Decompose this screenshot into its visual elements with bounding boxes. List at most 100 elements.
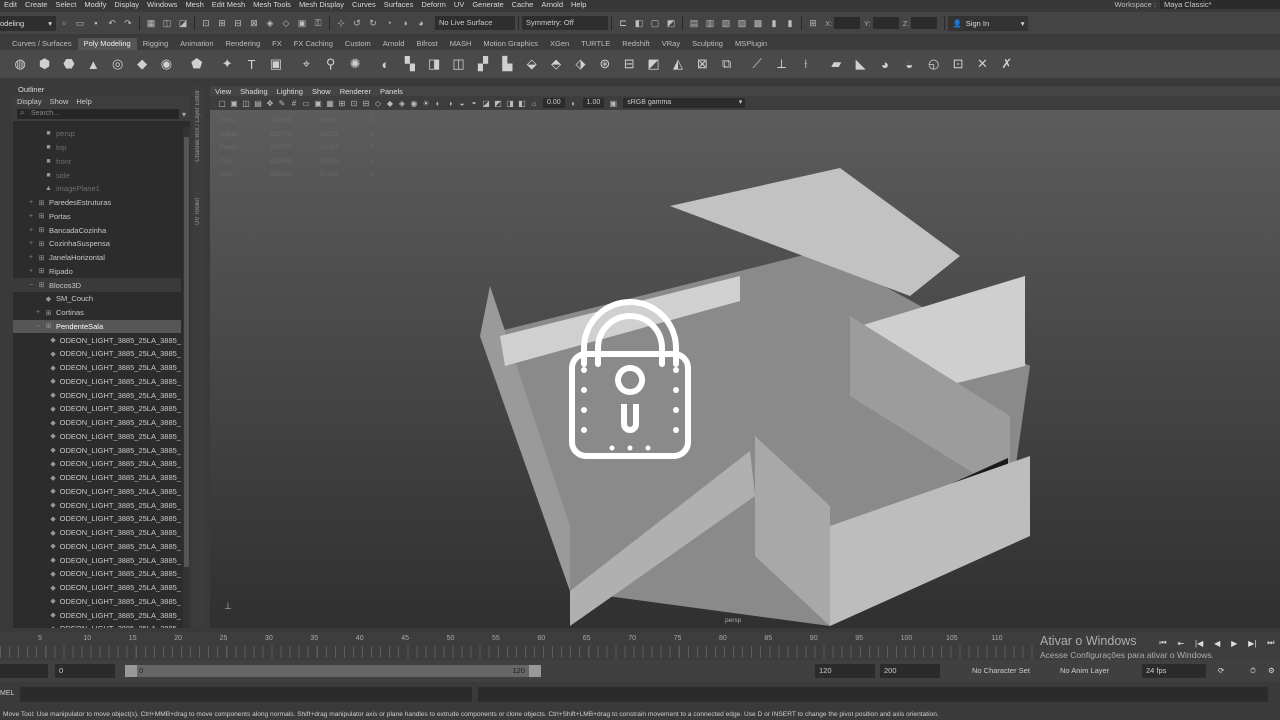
outliner-row[interactable]: ◆ODEON_LIGHT_3885_25LA_3885_: [13, 416, 181, 430]
cylindrical-map-icon[interactable]: ◕: [876, 55, 894, 73]
outliner-row[interactable]: ■ front: [13, 155, 181, 169]
extract-icon[interactable]: ◨: [425, 55, 443, 73]
pick-mask-icon[interactable]: ▣: [295, 16, 309, 30]
outliner-row[interactable]: ◆ODEON_LIGHT_3885_25LA_3885_: [13, 608, 181, 622]
script-language-label[interactable]: MEL: [0, 690, 14, 697]
shelf-tab[interactable]: XGen: [544, 38, 575, 50]
fill-hole-icon[interactable]: ⬗: [571, 55, 589, 73]
separate-icon[interactable]: ▚: [401, 55, 419, 73]
spherical-map-icon[interactable]: ◒: [900, 55, 918, 73]
make-hole-icon[interactable]: ⊛: [596, 55, 614, 73]
open-scene-icon[interactable]: ▭: [73, 16, 87, 30]
outliner-scrollbar[interactable]: [183, 127, 190, 628]
platonic-solid-icon[interactable]: ⬟: [188, 55, 206, 73]
playback-end-field[interactable]: 120: [815, 664, 875, 678]
expand-toggle-icon[interactable]: +: [26, 268, 36, 275]
x-field[interactable]: [834, 17, 861, 29]
outliner-row[interactable]: ◆ODEON_LIGHT_3885_25LA_3885_: [13, 567, 181, 581]
redo-icon[interactable]: ↷: [121, 16, 135, 30]
lock-selection-icon[interactable]: ⚿: [311, 16, 325, 30]
menu-item[interactable]: Cache: [508, 0, 538, 9]
3d-viewport[interactable]: View Shading Lighting Show Renderer Panels ▢ …: [210, 86, 1280, 628]
target-weld-icon[interactable]: ◩: [645, 55, 663, 73]
poly-cube-icon[interactable]: ⬢: [36, 55, 54, 73]
uv-editor-icon[interactable]: ▰: [827, 55, 845, 73]
outliner-row[interactable]: ■ persp: [13, 127, 181, 141]
outliner-row[interactable]: ◆ODEON_LIGHT_3885_25LA_3885_: [13, 402, 181, 416]
menu-item[interactable]: Edit Mesh: [208, 0, 249, 9]
multi-cut-icon[interactable]: ⊟: [620, 55, 638, 73]
outliner-row[interactable]: ◆ODEON_LIGHT_3885_25LA_3885_: [13, 512, 181, 526]
expand-toggle-icon[interactable]: +: [26, 254, 36, 261]
outliner-row[interactable]: + ⊞ Cortinas: [13, 306, 181, 320]
outliner-menu-item[interactable]: Display: [17, 97, 42, 106]
outliner-search-input[interactable]: Search...: [17, 108, 179, 119]
outliner-row[interactable]: + ⊞ BancadaCozinha: [13, 223, 181, 237]
undo-icon[interactable]: ↶: [105, 16, 119, 30]
command-input[interactable]: [20, 687, 472, 702]
poly-cylinder-icon[interactable]: ⬣: [60, 55, 78, 73]
outliner-row[interactable]: ◆ODEON_LIGHT_3885_25LA_3885_: [13, 622, 181, 628]
uv-toolkit-tab[interactable]: UV Toolkit: [195, 198, 201, 225]
expand-toggle-icon[interactable]: +: [26, 240, 36, 247]
fps-dropdown[interactable]: 24 fps: [1142, 664, 1206, 678]
snap-view-icon[interactable]: ◔: [382, 16, 396, 30]
pick-mask-icon[interactable]: ⊞: [215, 16, 229, 30]
outliner-menu-item[interactable]: Help: [76, 97, 91, 106]
outliner-row[interactable]: ◆ODEON_LIGHT_3885_25LA_3885_: [13, 375, 181, 389]
shelf-tab[interactable]: TURTLE: [575, 38, 616, 50]
render-view-icon[interactable]: ▤: [687, 16, 701, 30]
menu-item[interactable]: Deform: [417, 0, 450, 9]
menu-item[interactable]: Create: [21, 0, 52, 9]
expand-toggle-icon[interactable]: +: [33, 309, 43, 316]
outliner-row[interactable]: + ⊞ JanelaHorizontal: [13, 251, 181, 265]
shelf-tab[interactable]: Animation: [174, 38, 219, 50]
select-component-icon[interactable]: ◪: [176, 16, 190, 30]
live-surface-field[interactable]: No Live Surface: [435, 16, 515, 30]
pick-mask-icon[interactable]: ⊠: [247, 16, 261, 30]
sculpt-tool-icon[interactable]: ⌖: [297, 55, 315, 73]
outliner-row[interactable]: ◆ODEON_LIGHT_3885_25LA_3885_: [13, 540, 181, 554]
input-ops-icon[interactable]: ▢: [648, 16, 662, 30]
play-backwards-icon[interactable]: ◀: [1214, 639, 1220, 648]
sign-in-button[interactable]: 👤 Sign In ▾: [948, 15, 1029, 31]
outliner-row[interactable]: + ⊞ Portas: [13, 210, 181, 224]
poly-cone-icon[interactable]: ▲: [84, 55, 102, 73]
shelf-tab[interactable]: Sculpting: [686, 38, 729, 50]
menu-item[interactable]: Display: [110, 0, 143, 9]
snap-surface-icon[interactable]: ◕: [414, 16, 428, 30]
outliner-row[interactable]: + ⊞ ParedesEstruturas: [13, 196, 181, 210]
expand-toggle-icon[interactable]: −: [26, 282, 36, 289]
output-ops-icon[interactable]: ◩: [664, 16, 678, 30]
symmetry-dropdown[interactable]: Symmetry: Off: [522, 16, 608, 30]
outliner-row[interactable]: ◆ODEON_LIGHT_3885_25LA_3885_: [13, 553, 181, 567]
snap-grid-icon[interactable]: ⊹: [334, 16, 348, 30]
slide-edge-icon[interactable]: ⟂: [772, 55, 790, 73]
outliner-row[interactable]: ◆ODEON_LIGHT_3885_25LA_3885_: [13, 526, 181, 540]
mesh-display-icon[interactable]: ⧉: [718, 55, 736, 73]
super-shape-icon[interactable]: ✦: [218, 55, 236, 73]
y-field[interactable]: [872, 17, 899, 29]
menu-item[interactable]: Mesh: [181, 0, 207, 9]
menu-item[interactable]: Mesh Tools: [249, 0, 295, 9]
shelf-tab[interactable]: FX: [266, 38, 288, 50]
pick-mask-icon[interactable]: ⊟: [231, 16, 245, 30]
range-start-handle[interactable]: [125, 665, 137, 677]
shelf-tab[interactable]: FX Caching: [288, 38, 339, 50]
outliner-menu-item[interactable]: Show: [50, 97, 69, 106]
outliner-row[interactable]: ◆ODEON_LIGHT_3885_25LA_3885_: [13, 361, 181, 375]
outliner-row[interactable]: ◆ODEON_LIGHT_3885_25LA_3885_: [13, 333, 181, 347]
shelf-tab[interactable]: Rendering: [220, 38, 267, 50]
snap-surface-icon[interactable]: ◑: [398, 16, 412, 30]
shelf-tab[interactable]: Redshift: [616, 38, 656, 50]
scroll-thumb[interactable]: [184, 137, 189, 567]
step-back-key-icon[interactable]: ⇤: [1177, 639, 1184, 648]
expand-toggle-icon[interactable]: +: [26, 199, 36, 206]
expand-toggle-icon[interactable]: −: [33, 323, 43, 330]
svg-tool-icon[interactable]: ▣: [267, 55, 285, 73]
pick-mask-icon[interactable]: ◈: [263, 16, 277, 30]
bridge-icon[interactable]: ▙: [498, 55, 516, 73]
connect-icon[interactable]: ◭: [669, 55, 687, 73]
poly-sphere-icon[interactable]: ◍: [11, 55, 29, 73]
outliner-row[interactable]: ◆ODEON_LIGHT_3885_25LA_3885_: [13, 595, 181, 609]
